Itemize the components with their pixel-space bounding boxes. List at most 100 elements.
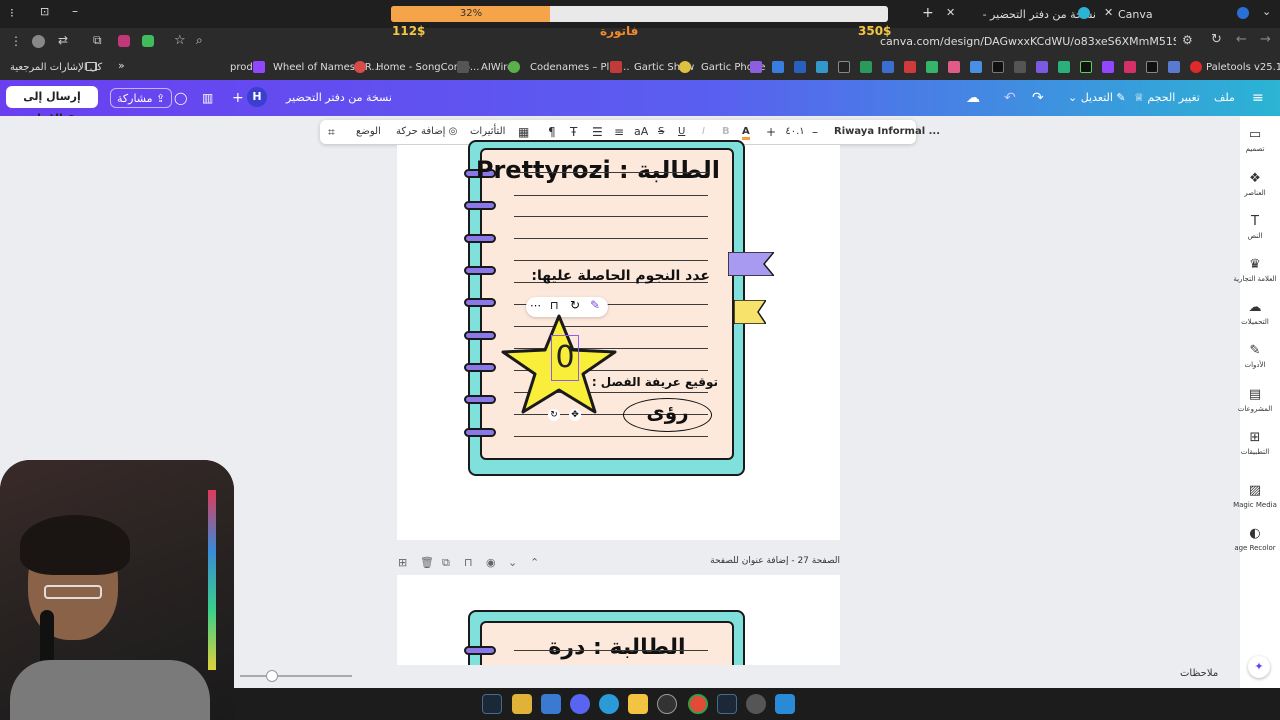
- strikethrough-icon[interactable]: S: [658, 124, 664, 140]
- settings-icon[interactable]: [746, 694, 766, 714]
- delete-page-icon[interactable]: 🗑: [420, 556, 434, 569]
- align-icon[interactable]: ≡: [614, 124, 624, 140]
- app-r-icon[interactable]: [512, 694, 532, 714]
- hamburger-menu-icon[interactable]: ≡: [1252, 88, 1264, 108]
- x-icon[interactable]: [1146, 61, 1158, 73]
- rotate-handle-icon[interactable]: ↻: [548, 409, 560, 421]
- underline-icon[interactable]: U: [678, 124, 685, 140]
- rail-text[interactable]: T النص: [1225, 215, 1280, 241]
- rail-brand[interactable]: ♛ العلامة التجارية: [1225, 258, 1280, 284]
- avatar-circle[interactable]: H: [247, 87, 267, 107]
- rail-elements[interactable]: ❖ العناصر: [1225, 172, 1280, 198]
- ublock-icon[interactable]: [118, 35, 130, 47]
- chrome-icon[interactable]: [688, 694, 708, 714]
- effects-button[interactable]: التأثيرات: [470, 124, 505, 140]
- student-title-2[interactable]: الطالبة : درة: [517, 635, 717, 660]
- bookmark-icon-e[interactable]: [860, 61, 872, 73]
- bookmark-icon-p[interactable]: [1168, 61, 1180, 73]
- magic-help-button[interactable]: ✦: [1248, 656, 1270, 678]
- minimize-icon[interactable]: –: [72, 4, 78, 18]
- insights-icon[interactable]: ▥: [202, 88, 213, 108]
- steam-icon-2[interactable]: [717, 694, 737, 714]
- bookmark-icon-n[interactable]: [1058, 61, 1070, 73]
- add-collaborator-icon[interactable]: +: [232, 88, 244, 108]
- student-title[interactable]: الطالبة : Prettyrozi: [476, 156, 720, 184]
- edge-icon[interactable]: [599, 694, 619, 714]
- edit-mode-button[interactable]: ⌄ التعديل ✎: [1068, 88, 1126, 108]
- duplicate-page-icon[interactable]: ⧉: [442, 556, 450, 570]
- forward-icon[interactable]: →: [1260, 32, 1271, 47]
- close-tab-icon-2[interactable]: ✕: [1104, 6, 1113, 19]
- rail-recolor[interactable]: ◐ age Recolor: [1225, 527, 1280, 553]
- add-page-icon[interactable]: ⊞: [398, 556, 407, 569]
- bookmark-icon-i[interactable]: [948, 61, 960, 73]
- bookmark-icon-m[interactable]: [1036, 61, 1048, 73]
- signature-label[interactable]: توقيع عريفة الفصل :: [592, 375, 718, 389]
- font-size-increase[interactable]: +: [766, 124, 776, 140]
- font-size-value[interactable]: ٤٠.١: [780, 124, 810, 140]
- signature-name[interactable]: رؤى: [623, 400, 712, 430]
- redo-icon[interactable]: ↷: [1032, 88, 1044, 108]
- rail-apps[interactable]: ⊞ التطبيقات: [1225, 431, 1280, 457]
- send-to-teacher-button[interactable]: إرسال إلى المُعلم ⊘: [6, 86, 98, 125]
- page-27[interactable]: الطالبة : درة: [397, 575, 840, 665]
- stars-count-label[interactable]: عدد النجوم الحاصلة عليها:: [520, 268, 710, 284]
- menu-icon[interactable]: ⁝: [10, 6, 14, 20]
- new-tab-button[interactable]: +: [922, 5, 934, 21]
- move-down-icon[interactable]: ⌄: [508, 556, 517, 569]
- bookmark-icon-b[interactable]: [794, 61, 806, 73]
- rail-design[interactable]: ▭ تصميم: [1225, 128, 1280, 154]
- document-title[interactable]: نسخة من دفتر التحضير: [286, 88, 392, 108]
- shield-icon[interactable]: [142, 35, 154, 47]
- twitch-icon-2[interactable]: [1102, 61, 1114, 73]
- star-bookmark-icon[interactable]: ☆: [174, 33, 186, 48]
- text-direction-icon[interactable]: Ŧ: [570, 124, 577, 140]
- bookmark-icon-l[interactable]: [1014, 61, 1026, 73]
- paint-format-icon[interactable]: ⌗: [328, 124, 335, 140]
- obs-icon[interactable]: [657, 694, 677, 714]
- youtube-icon[interactable]: [1190, 61, 1202, 73]
- extension-icon[interactable]: ⇄: [58, 33, 68, 47]
- case-icon[interactable]: aA: [634, 124, 648, 140]
- dropdown-icon[interactable]: ⌄: [1262, 5, 1271, 18]
- move-handle-icon[interactable]: ✥: [569, 409, 581, 421]
- font-size-decrease[interactable]: –: [812, 124, 818, 140]
- tab-canva[interactable]: Canva -: [1118, 4, 1158, 43]
- restore-icon[interactable]: ⊡: [40, 5, 49, 18]
- font-family-select[interactable]: Riwaya Informal ...: [834, 124, 940, 140]
- url-text[interactable]: canva.com/design/DAGwxxKCdWU/o83xeS6XMmM…: [880, 35, 1176, 48]
- reload-icon[interactable]: ↻: [1211, 32, 1222, 47]
- rail-tools[interactable]: ✎ الأدوات: [1225, 344, 1280, 370]
- rail-uploads[interactable]: ☁ التحميلات: [1225, 301, 1280, 327]
- rail-projects[interactable]: ▤ المشروعات: [1225, 388, 1280, 414]
- bookmark-icon-g[interactable]: [904, 61, 916, 73]
- discord-icon[interactable]: [570, 694, 590, 714]
- kebab-menu-icon[interactable]: ⋮: [10, 34, 22, 48]
- animate-button[interactable]: إضافة حركة ◎: [396, 124, 457, 140]
- cloud-save-icon[interactable]: ☁: [966, 88, 980, 108]
- lock-page-icon[interactable]: ⊓: [464, 556, 473, 569]
- bold-icon[interactable]: B: [722, 124, 730, 140]
- list-icon[interactable]: ☰: [592, 124, 603, 140]
- bookmark-paletools[interactable]: Paletools v25.1.9: [1206, 60, 1280, 75]
- text-color-icon[interactable]: A: [742, 124, 750, 140]
- file-explorer-icon[interactable]: [628, 694, 648, 714]
- move-up-icon[interactable]: ⌃: [530, 556, 539, 569]
- page-27-label[interactable]: الصفحة 27 - إضافة عنوان للصفحة: [710, 556, 840, 570]
- comment-icon[interactable]: ◯: [174, 88, 187, 108]
- bookmark-icon-f[interactable]: [882, 61, 894, 73]
- rail-magic-media[interactable]: ▨ Magic Media: [1225, 484, 1280, 510]
- instagram-icon[interactable]: [1124, 61, 1136, 73]
- bookmark-icon-j[interactable]: [970, 61, 982, 73]
- rotate-icon[interactable]: ↻: [570, 298, 580, 312]
- more-options-icon[interactable]: ⋯: [530, 299, 541, 312]
- transparency-icon[interactable]: ▦: [518, 124, 529, 140]
- bookmark-icon-k[interactable]: [992, 61, 1004, 73]
- share-button[interactable]: مشاركة ⇪: [110, 88, 173, 108]
- star-value[interactable]: 0: [551, 340, 579, 376]
- tab-document[interactable]: نسخة من دفتر التحضير - شعار: [966, 4, 1096, 43]
- bookmark-prod[interactable]: prod: [230, 60, 253, 75]
- puzzle-icon[interactable]: ⧉: [93, 33, 102, 48]
- close-tab-icon[interactable]: ✕: [946, 6, 955, 19]
- position-button[interactable]: الوضع: [356, 124, 381, 140]
